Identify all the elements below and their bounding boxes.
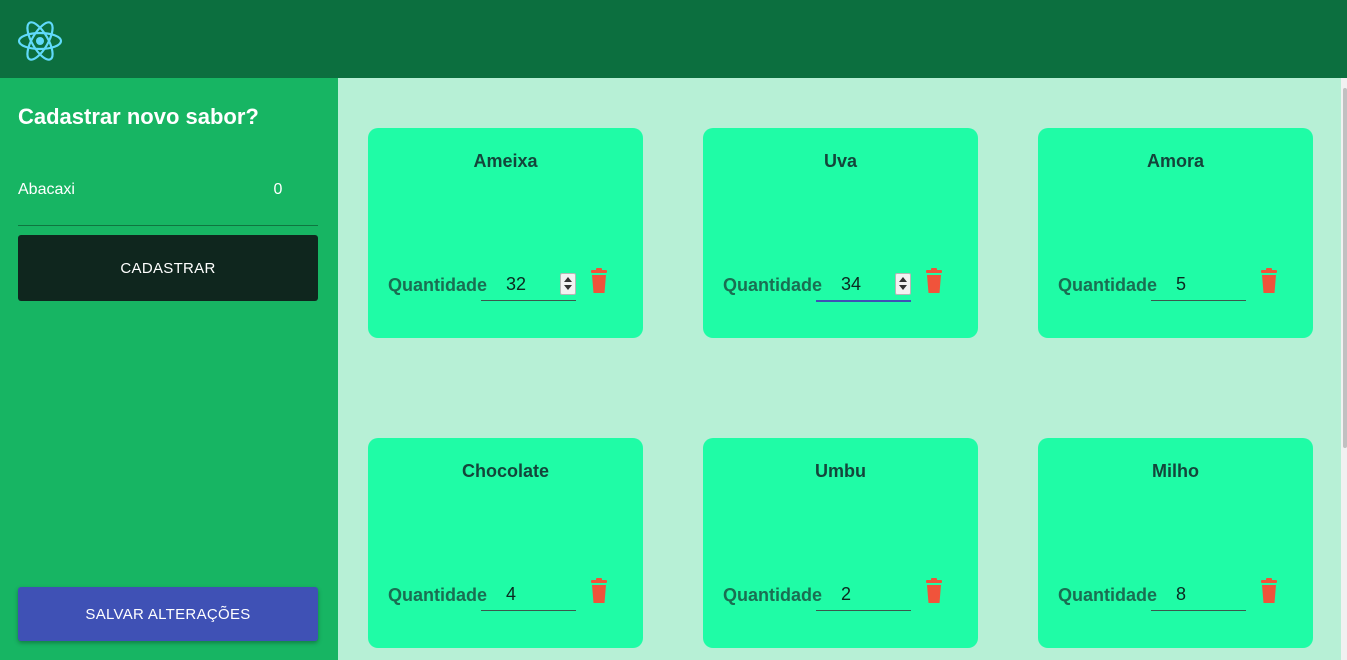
trash-icon[interactable]	[590, 268, 608, 294]
quantity-field	[481, 580, 576, 611]
quantity-field	[816, 580, 911, 611]
quantity-input[interactable]	[1151, 580, 1246, 608]
scrollbar-thumb[interactable]	[1343, 88, 1347, 448]
flavor-name: Umbu	[815, 461, 866, 481]
flavor-name: Chocolate	[461, 461, 549, 481]
flavors-grid: Ameixa Quantidade Uva Quantidade Amora Q…	[338, 78, 1341, 660]
flavor-name: Amora	[1146, 151, 1204, 171]
app-header	[0, 0, 1347, 78]
flavor-card: Milho Quantidade	[1038, 438, 1313, 648]
trash-icon[interactable]	[925, 268, 943, 294]
flavor-quantity-input[interactable]	[248, 173, 308, 207]
trash-icon[interactable]	[925, 578, 943, 604]
quantity-label: Quantidade	[1058, 275, 1158, 295]
quantity-stepper[interactable]	[560, 273, 576, 295]
quantity-field	[481, 270, 576, 301]
quantity-label: Quantidade	[1058, 585, 1158, 605]
sidebar: Cadastrar novo sabor? CADASTRAR SALVAR A…	[0, 78, 338, 660]
quantity-input[interactable]	[481, 580, 576, 608]
quantity-field	[1151, 270, 1246, 301]
trash-icon[interactable]	[590, 578, 608, 604]
save-changes-button[interactable]: SALVAR ALTERAÇÕES	[18, 587, 318, 641]
flavor-card: Ameixa Quantidade	[368, 128, 643, 338]
quantity-label: Quantidade	[723, 275, 823, 295]
quantity-input[interactable]	[816, 580, 911, 608]
flavor-name: Milho	[1152, 461, 1199, 481]
quantity-label: Quantidade	[388, 275, 488, 295]
react-logo-icon[interactable]	[17, 18, 63, 64]
quantity-input[interactable]	[1151, 270, 1246, 298]
quantity-label: Quantidade	[388, 585, 488, 605]
quantity-field	[816, 270, 911, 302]
flavor-name: Ameixa	[473, 151, 538, 171]
trash-icon[interactable]	[1260, 268, 1278, 294]
flavor-card: Chocolate Quantidade	[368, 438, 643, 648]
register-button[interactable]: CADASTRAR	[18, 235, 318, 301]
quantity-label: Quantidade	[723, 585, 823, 605]
flavor-card: Uva Quantidade	[703, 128, 978, 338]
quantity-field	[1151, 580, 1246, 611]
trash-icon[interactable]	[1260, 578, 1278, 604]
sidebar-title: Cadastrar novo sabor?	[18, 104, 259, 129]
flavor-name: Uva	[823, 151, 858, 171]
quantity-stepper[interactable]	[895, 273, 911, 295]
flavor-card: Umbu Quantidade	[703, 438, 978, 648]
flavor-name-input[interactable]	[18, 173, 218, 207]
new-flavor-form	[18, 173, 318, 226]
flavor-card: Amora Quantidade	[1038, 128, 1313, 338]
